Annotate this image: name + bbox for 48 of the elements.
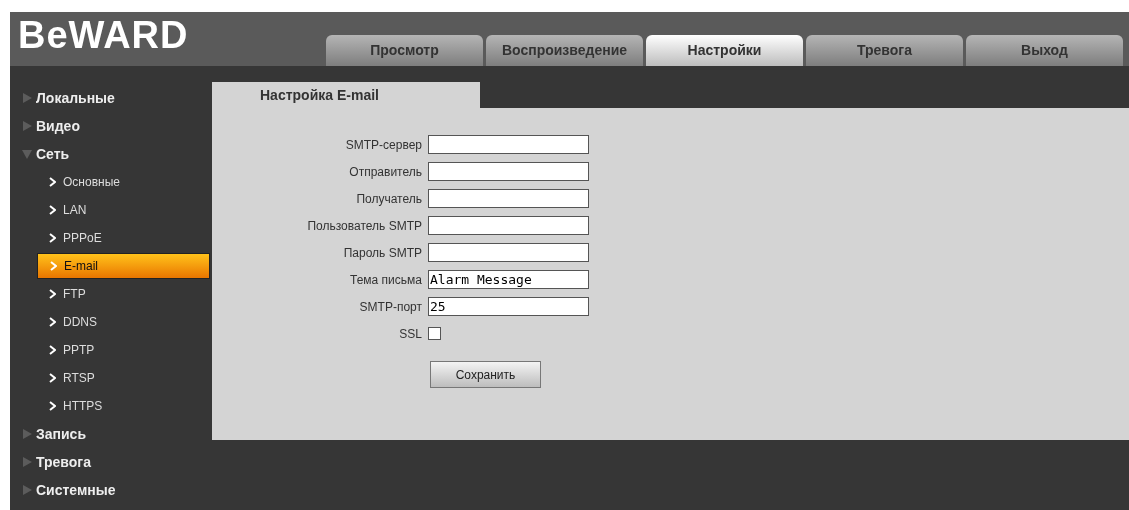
nav-tab[interactable]: Выход: [966, 35, 1123, 66]
sidebar-item[interactable]: PPPoE: [37, 225, 210, 251]
field-label: Отправитель: [348, 163, 422, 181]
sidebar-item[interactable]: FTP: [37, 281, 210, 307]
input-field[interactable]: [428, 162, 589, 181]
chevron-right-icon: [49, 289, 56, 299]
nav-tab[interactable]: Настройки: [646, 35, 803, 66]
field-label: Пользователь SMTP: [306, 217, 422, 235]
chevron-right-icon: [49, 177, 56, 187]
chevron-right-icon: [49, 345, 56, 355]
sidebar-item[interactable]: Основные: [37, 169, 210, 195]
chevron-right-icon: [49, 401, 56, 411]
sidebar-item[interactable]: LAN: [37, 197, 210, 223]
field-label: SMTP-сервер: [344, 136, 422, 154]
nav-tab[interactable]: Просмотр: [326, 35, 483, 66]
nav-tab[interactable]: Тревога: [806, 35, 963, 66]
sidebar-group[interactable]: Системные: [36, 479, 116, 501]
sidebar-group[interactable]: Запись: [36, 423, 86, 445]
save-button[interactable]: Сохранить: [430, 361, 541, 388]
chevron-right-icon: [49, 317, 56, 327]
chevron-right-icon: [50, 261, 57, 271]
field-label: SMTP-порт: [358, 298, 422, 316]
chevron-right-icon: [49, 233, 56, 243]
input-field[interactable]: [428, 243, 589, 262]
sidebar-group[interactable]: Сеть: [36, 143, 70, 165]
sidebar-group[interactable]: Локальные: [36, 87, 115, 109]
field-label: Тема письма: [349, 271, 422, 289]
sidebar-group[interactable]: Видео: [36, 115, 80, 137]
nav-tab[interactable]: Воспроизведение: [486, 35, 643, 66]
sidebar-item[interactable]: RTSP: [37, 365, 210, 391]
input-field[interactable]: [428, 135, 589, 154]
sidebar-item[interactable]: HTTPS: [37, 393, 210, 419]
input-field[interactable]: 25: [428, 297, 589, 316]
panel-tab[interactable]: Настройка E-mail: [212, 82, 480, 108]
chevron-right-icon: [49, 205, 56, 215]
input-field[interactable]: Alarm Message: [428, 270, 589, 289]
field-label: Пароль SMTP: [342, 244, 422, 262]
sidebar-item[interactable]: E-mail: [37, 253, 210, 279]
logo: BeWARD: [18, 16, 189, 54]
field-label: Получатель: [355, 190, 422, 208]
checkbox[interactable]: [428, 327, 441, 340]
sidebar-item[interactable]: PPTP: [37, 337, 210, 363]
field-label: SSL: [398, 325, 422, 343]
input-field[interactable]: [428, 189, 589, 208]
input-field[interactable]: [428, 216, 589, 235]
chevron-right-icon: [49, 373, 56, 383]
sidebar-item[interactable]: DDNS: [37, 309, 210, 335]
sidebar-group[interactable]: Тревога: [36, 451, 91, 473]
